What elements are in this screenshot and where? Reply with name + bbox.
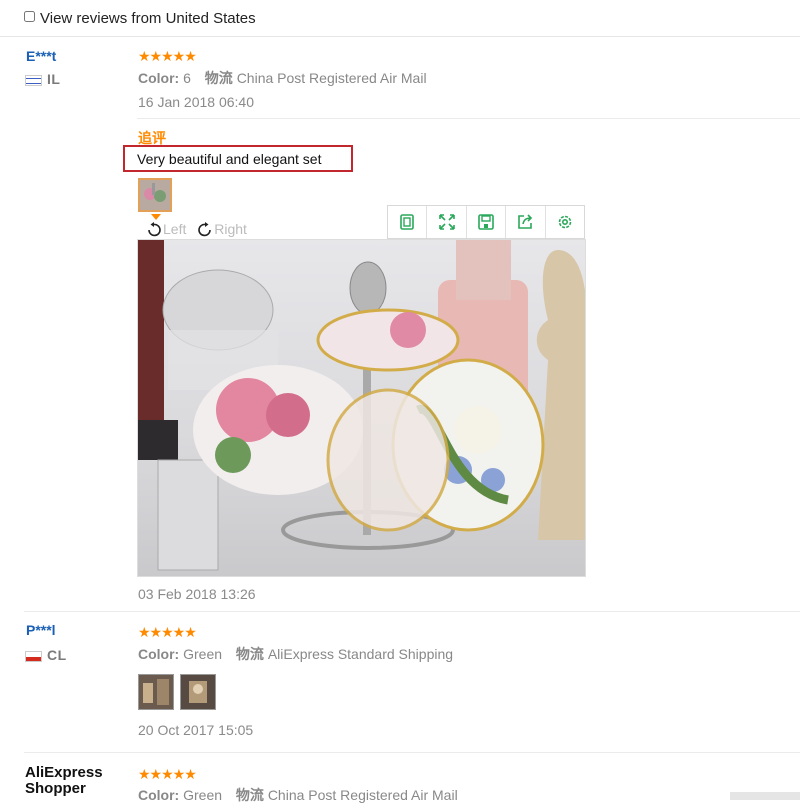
rotate-left-button[interactable]: Left (145, 221, 190, 237)
country-code: CL (47, 647, 67, 663)
color-value: 6 (183, 70, 191, 86)
save-icon (478, 214, 494, 230)
shipping-value: China Post Registered Air Mail (236, 70, 427, 86)
share-button[interactable] (506, 206, 546, 238)
followup-review-text: Very beautiful and elegant set (123, 145, 353, 172)
color-label: Color: (138, 646, 180, 662)
fullscreen-icon (438, 214, 455, 230)
order-info: Color: Green 物流 AliExpress Standard Ship… (138, 644, 453, 664)
divider (137, 118, 800, 119)
review-photo[interactable] (137, 239, 586, 577)
feedback-tab[interactable] (730, 792, 800, 800)
shipping-label: 物流 (204, 70, 233, 86)
shipping-value: China Post Registered Air Mail (267, 787, 458, 803)
shipping-value: AliExpress Standard Shipping (267, 646, 454, 662)
color-value: Green (183, 646, 223, 662)
star-rating: ★★★★★ (138, 48, 197, 64)
us-reviews-label[interactable]: View reviews from United States (40, 10, 256, 27)
israel-flag-icon (25, 74, 42, 86)
star-rating: ★★★★★ (138, 766, 197, 782)
rotate-left-icon (148, 222, 161, 237)
review-photo-thumbnail[interactable] (180, 674, 216, 710)
image-toolbar (387, 205, 585, 239)
review-date: 16 Jan 2018 06:40 (138, 94, 254, 110)
color-label: Color: (138, 70, 180, 86)
rotate-right-icon (198, 222, 212, 237)
fit-icon (400, 214, 415, 230)
country-code: IL (47, 71, 61, 87)
divider (24, 611, 800, 612)
divider (24, 752, 800, 753)
order-info: Color: 6 物流 China Post Registered Air Ma… (138, 68, 427, 88)
shipping-label: 物流 (235, 646, 264, 662)
fit-button[interactable] (388, 206, 428, 238)
reviewer-name[interactable]: AliExpress Shopper (25, 765, 103, 797)
us-reviews-checkbox[interactable] (24, 11, 35, 22)
gear-icon (558, 215, 572, 229)
reviewer-name[interactable]: P***l (26, 622, 56, 638)
settings-button[interactable] (546, 206, 584, 238)
review-photo-thumbnail[interactable] (138, 178, 172, 212)
reviewer-country: IL (25, 71, 60, 87)
reviewer-country: CL (25, 647, 67, 663)
followup-date: 03 Feb 2018 13:26 (138, 586, 256, 602)
shipping-label: 物流 (235, 787, 264, 803)
save-button[interactable] (467, 206, 507, 238)
color-label: Color: (138, 787, 180, 803)
order-info: Color: Green 物流 China Post Registered Ai… (138, 785, 458, 805)
color-value: Green (183, 787, 223, 803)
reviewer-name[interactable]: E***t (26, 48, 56, 64)
thumbnail-selected-indicator (151, 214, 161, 220)
review-date: 20 Oct 2017 15:05 (138, 722, 254, 738)
fullscreen-button[interactable] (427, 206, 467, 238)
rotate-right-button[interactable]: Right (196, 221, 247, 237)
share-icon (518, 214, 533, 229)
chile-flag-icon (25, 650, 42, 662)
filter-bar: View reviews from United States (0, 0, 800, 37)
review-photo-thumbnail[interactable] (138, 674, 174, 710)
star-rating: ★★★★★ (138, 624, 197, 640)
rotate-controls: Left Right (145, 221, 247, 239)
